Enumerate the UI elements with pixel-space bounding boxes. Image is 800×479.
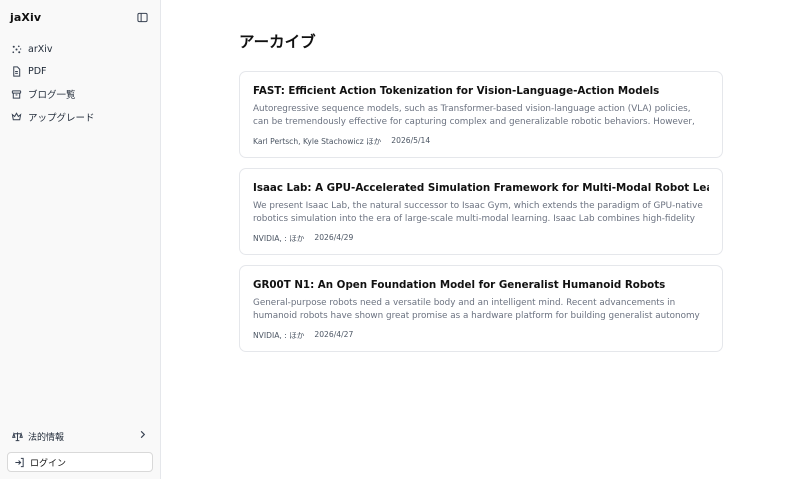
paper-meta: NVIDIA, : ほか 2026/4/27	[253, 330, 709, 341]
sidebar-item-pdf[interactable]: PDF	[0, 61, 160, 84]
sidebar-toggle-icon[interactable]	[136, 11, 148, 23]
app: jaXiv arXiv PDF ブログ一覧 アップグレード 法的情報 ログイン …	[0, 0, 800, 479]
login-button[interactable]: ログイン	[7, 452, 153, 472]
paper-card[interactable]: GR00T N1: An Open Foundation Model for G…	[239, 265, 723, 352]
login-icon	[14, 457, 25, 468]
paper-title[interactable]: FAST: Efficient Action Tokenization for …	[253, 85, 709, 97]
paper-title[interactable]: GR00T N1: An Open Foundation Model for G…	[253, 279, 709, 291]
chevron-right-icon	[138, 430, 147, 442]
file-icon	[10, 66, 22, 78]
sparkles-icon	[10, 43, 22, 55]
sidebar: jaXiv arXiv PDF ブログ一覧 アップグレード 法的情報 ログイン	[0, 0, 161, 479]
sidebar-item-label: PDF	[28, 66, 47, 78]
sidebar-item-label: ブログ一覧	[28, 90, 76, 102]
paper-abstract: We present Isaac Lab, the natural succes…	[253, 201, 703, 224]
sidebar-item-blog[interactable]: ブログ一覧	[0, 83, 160, 106]
paper-date: 2026/5/14	[391, 136, 431, 145]
sidebar-item-upgrade[interactable]: アップグレード	[0, 106, 160, 129]
brand-logo[interactable]: jaXiv	[10, 11, 41, 24]
page-title: アーカイブ	[239, 33, 316, 51]
paper-abstract: Autoregressive sequence models, such as …	[253, 104, 695, 127]
paper-card[interactable]: FAST: Efficient Action Tokenization for …	[239, 71, 723, 158]
paper-authors: NVIDIA, : ほか	[253, 331, 305, 340]
sidebar-nav: arXiv PDF ブログ一覧 アップグレード	[0, 38, 160, 128]
sidebar-header: jaXiv	[0, 0, 160, 34]
paper-meta: Karl Pertsch, Kyle Stachowicz ほか 2026/5/…	[253, 136, 709, 147]
sidebar-item-arxiv[interactable]: arXiv	[0, 38, 160, 61]
paper-abstract: General-purpose robots need a versatile …	[253, 298, 700, 321]
main-content: アーカイブ FAST: Efficient Action Tokenizatio…	[161, 0, 800, 479]
paper-authors: NVIDIA, : ほか	[253, 234, 305, 243]
legal-info-label: 法的情報	[28, 432, 65, 443]
sidebar-footer: 法的情報 ログイン	[0, 427, 160, 472]
paper-card[interactable]: Isaac Lab: A GPU-Accelerated Simulation …	[239, 168, 723, 255]
sidebar-item-label: arXiv	[28, 43, 53, 55]
paper-authors: Karl Pertsch, Kyle Stachowicz ほか	[253, 137, 382, 146]
legal-info-button[interactable]: 法的情報	[7, 427, 153, 445]
legal-info-left: 法的情報	[12, 430, 64, 443]
archive-icon	[10, 88, 22, 100]
scale-icon	[12, 431, 23, 442]
crown-icon	[10, 111, 22, 123]
paper-date: 2026/4/29	[314, 233, 354, 242]
paper-date: 2026/4/27	[314, 330, 354, 339]
sidebar-item-label: アップグレード	[28, 112, 95, 124]
login-label: ログイン	[30, 458, 67, 469]
paper-title[interactable]: Isaac Lab: A GPU-Accelerated Simulation …	[253, 182, 709, 194]
paper-meta: NVIDIA, : ほか 2026/4/29	[253, 233, 709, 244]
